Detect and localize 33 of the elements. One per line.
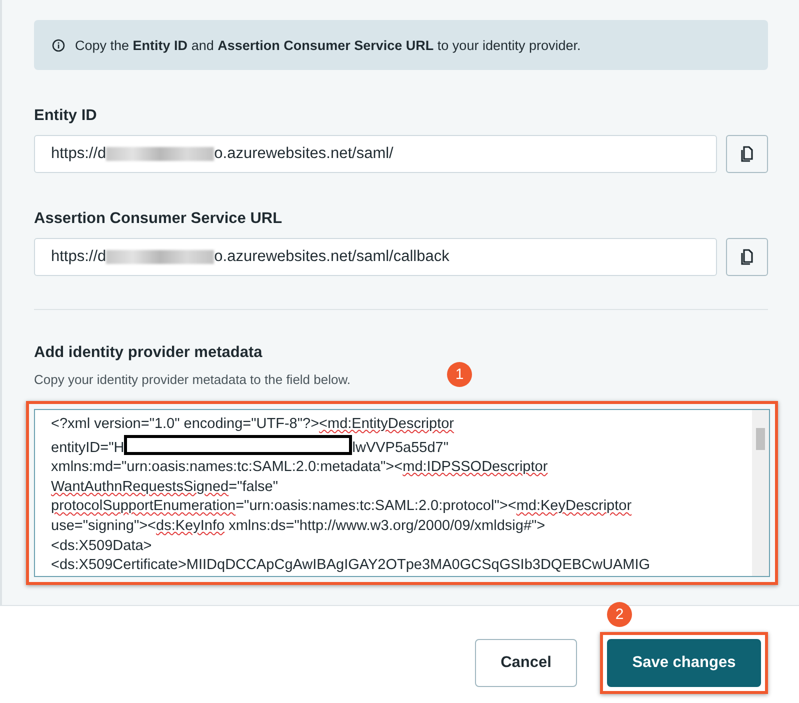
step-badge: 2 [607, 602, 632, 627]
code-text: lwVVP5a55d7" [352, 440, 448, 456]
code-text: ="false" [228, 478, 278, 495]
info-icon [52, 38, 65, 52]
misspelled-word: ds:KeyInfo [156, 518, 225, 534]
step-badge: 1 [447, 362, 472, 387]
cancel-button[interactable]: Cancel [475, 639, 577, 687]
copy-icon [740, 249, 754, 265]
hint-text: Copy your identity provider metadata to the field below. [34, 372, 351, 387]
misspelled-word: protocolSupportEnumeration [51, 498, 236, 514]
misspelled-word: <md:EntityDescriptor [319, 416, 454, 432]
code-text: <ds:X509Data> [51, 538, 152, 554]
code-text: <?xml version="1.0" encoding="UTF-8"?> [51, 416, 320, 432]
copy-button[interactable] [726, 238, 768, 276]
scrollbar[interactable] [752, 410, 769, 576]
url-field[interactable]: https://d o.azurewebsites.net/saml/callback [34, 238, 717, 276]
code-text: xmlns:ds="http://www.w3.org/2000/09/xmldsig#"> [228, 518, 546, 534]
code-text: xmlns:md="urn:oasis:names:tc:SAML:2.0:metadata">< [51, 459, 403, 476]
misspelled-word: md:KeyDescriptor [516, 498, 632, 514]
code-text: ="urn:oasis:names:tc:SAML:2.0:protocol">< [236, 498, 516, 514]
misspelled-word: WantAuthnRequestsSigned [51, 478, 229, 495]
code-text: use="signing">< [51, 518, 156, 534]
code-text: <ds:X509Certificate>MIIDqDCCApCgAwIBAgIGAY2OTpe3MA0GCSqGSIb3DQEBCwUAMIG [51, 557, 650, 574]
misspelled-word: md:IDPSSODescriptor [402, 459, 548, 476]
save-button[interactable]: Save changes [607, 639, 761, 687]
url-field[interactable]: https://d o.azurewebsites.net/saml/ [34, 135, 717, 173]
info-text: Copy the Entity ID and Assertion Consumer Service URL to your identity provider. [75, 38, 581, 52]
field-label: Entity ID [34, 107, 97, 125]
copy-icon [740, 146, 754, 162]
copy-button[interactable] [726, 135, 768, 173]
section-heading: Add identity provider metadata [34, 344, 262, 362]
field-label: Assertion Consumer Service URL [34, 210, 282, 228]
code-text: entityID="H [51, 440, 124, 456]
